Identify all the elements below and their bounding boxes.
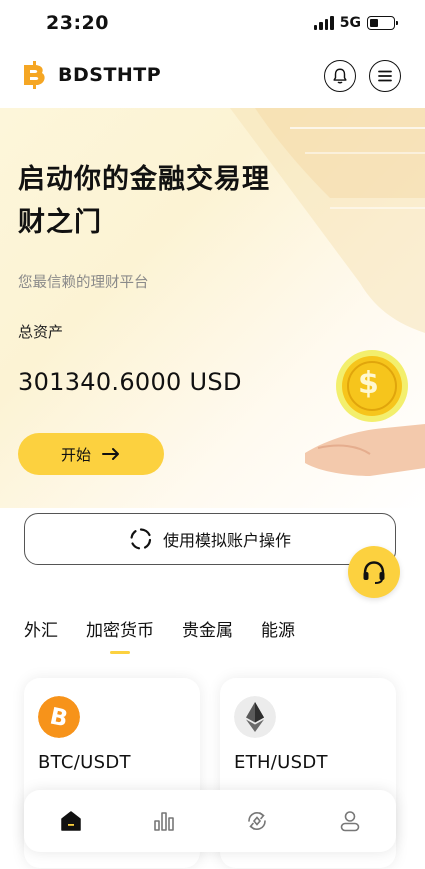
tab-energy[interactable]: 能源 xyxy=(261,616,295,641)
logo: BDSTHTP xyxy=(20,59,161,91)
headset-icon xyxy=(363,561,385,584)
exchange-icon xyxy=(247,811,266,831)
menu-icon xyxy=(378,70,392,82)
market-symbol: BTC/USDT xyxy=(38,752,131,773)
status-indicators: 5G xyxy=(313,15,398,31)
market-symbol: ETH/USDT xyxy=(234,752,328,773)
status-bar: 23:20 5G xyxy=(0,0,425,48)
nav-profile[interactable] xyxy=(330,801,370,841)
total-assets-value: 301340.6000 USD xyxy=(18,368,242,396)
profile-icon xyxy=(340,811,359,832)
signal-icon xyxy=(313,16,334,30)
demo-account-button[interactable]: 使用模拟账户操作 xyxy=(24,513,396,565)
hero-banner: $ 启动你的金融交易理财之门 您最信赖的理财平台 总资产 301340.6000… xyxy=(0,108,425,508)
nav-home[interactable] xyxy=(51,801,91,841)
total-assets-label: 总资产 xyxy=(18,323,64,341)
tab-precious-metals[interactable]: 贵金属 xyxy=(182,616,233,641)
ethereum-icon xyxy=(234,696,276,738)
dollar-icon: $ xyxy=(358,366,379,401)
status-time: 23:20 xyxy=(46,12,109,34)
category-tabs: 外汇 加密货币 贵金属 能源 xyxy=(24,616,295,654)
tab-forex[interactable]: 外汇 xyxy=(24,616,58,641)
bottom-navigation xyxy=(24,790,396,852)
battery-icon xyxy=(367,16,398,30)
arrow-right-icon xyxy=(102,448,119,460)
home-icon xyxy=(60,811,81,831)
app-header: BDSTHTP xyxy=(0,55,425,103)
bell-icon xyxy=(333,68,347,84)
hero-title: 启动你的金融交易理财之门 xyxy=(18,164,270,238)
loading-icon xyxy=(130,528,152,550)
logo-text: BDSTHTP xyxy=(58,64,162,86)
nav-trade[interactable] xyxy=(237,801,277,841)
chart-icon xyxy=(153,812,174,831)
network-type: 5G xyxy=(339,15,361,31)
logo-mark-icon xyxy=(24,61,45,89)
customer-support-button[interactable] xyxy=(348,546,400,598)
tab-crypto[interactable]: 加密货币 xyxy=(86,616,154,654)
start-button[interactable]: 开始 xyxy=(18,433,164,475)
nav-market[interactable] xyxy=(144,801,184,841)
demo-account-label: 使用模拟账户操作 xyxy=(162,531,291,550)
start-button-label: 开始 xyxy=(60,445,91,464)
bitcoin-icon: B xyxy=(38,696,80,738)
hero-subtitle: 您最信赖的理财平台 xyxy=(18,275,149,291)
notification-button[interactable] xyxy=(324,60,356,92)
menu-button[interactable] xyxy=(369,60,401,92)
